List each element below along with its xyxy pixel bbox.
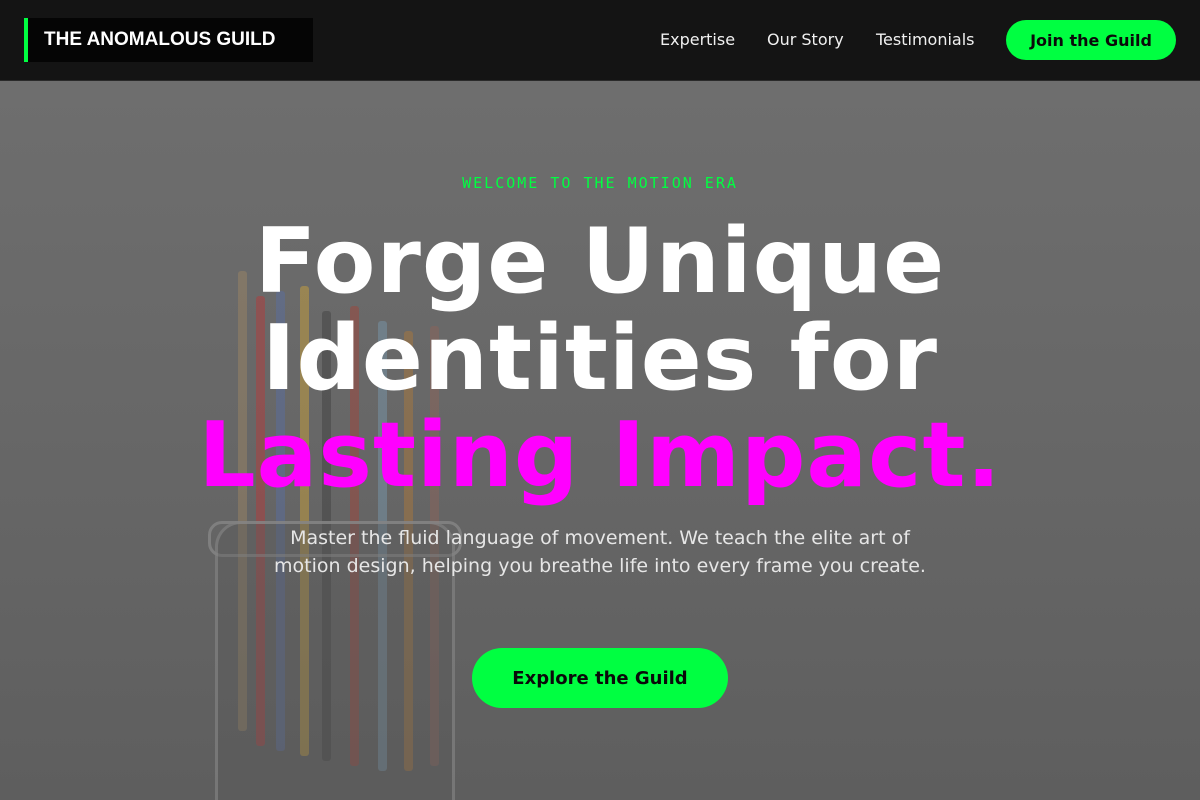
nav-link-testimonials[interactable]: Testimonials xyxy=(876,30,975,49)
hero-eyebrow: WELCOME TO THE MOTION ERA xyxy=(462,174,738,192)
headline-accent: Lasting Impact. xyxy=(198,403,1002,508)
headline-line-2: Identities for xyxy=(261,306,939,411)
join-guild-button[interactable]: Join the Guild xyxy=(1006,20,1176,60)
site-logo[interactable]: THE ANOMALOUS GUILD xyxy=(24,18,313,62)
site-header: THE ANOMALOUS GUILD Expertise Our Story … xyxy=(0,0,1200,81)
nav-link-our-story[interactable]: Our Story xyxy=(767,30,844,49)
explore-guild-button[interactable]: Explore the Guild xyxy=(472,648,728,708)
hero-headline: Forge Unique Identities for Lasting Impa… xyxy=(0,213,1200,504)
hero-subtext: Master the fluid language of movement. W… xyxy=(274,527,926,577)
headline-line-1: Forge Unique xyxy=(254,209,946,314)
hero-section: WELCOME TO THE MOTION ERA Forge Unique I… xyxy=(0,81,1200,800)
nav-link-expertise[interactable]: Expertise xyxy=(660,30,735,49)
